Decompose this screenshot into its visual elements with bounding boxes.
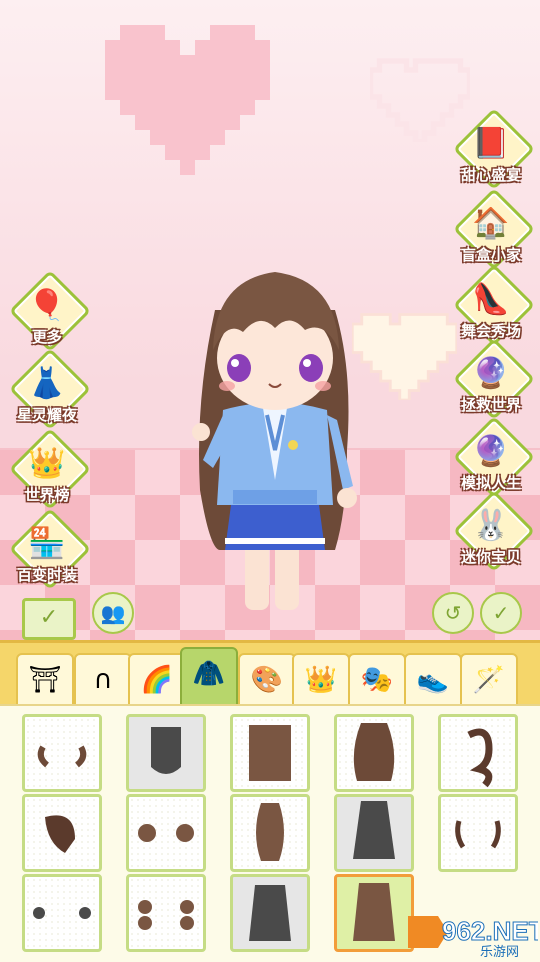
tab-hair-color[interactable]: 🎨 (238, 653, 296, 709)
bangs-icon: ∩ (93, 665, 113, 695)
side-menu-fashion[interactable]: 🏪 百变时装 (8, 507, 94, 596)
check-icon: ✓ (39, 605, 59, 630)
people-icon: 👥 (100, 601, 126, 625)
confirm-button[interactable]: ✓ (480, 592, 522, 634)
friends-button[interactable]: 👥 (92, 592, 134, 634)
hair-item[interactable] (334, 794, 414, 872)
hair-item[interactable] (22, 874, 102, 952)
bunny-cake-icon: 🐰 (472, 508, 510, 543)
back-hair-icon: 🧥 (192, 659, 226, 689)
site-watermark: 962.NET 乐游网 (402, 908, 540, 960)
color-hair-icon: 🎨 (250, 665, 284, 695)
mask-icon: 🎭 (360, 665, 394, 695)
toggle-check-button[interactable]: ✓ (22, 598, 76, 640)
tab-crown[interactable]: 👑 (292, 653, 350, 709)
rainbow-hair-icon: 🌈 (140, 665, 174, 695)
side-menu-label: 更多 (31, 328, 62, 346)
dress-up-stage: 📕 甜心盛宴 🏠 盲盒小家 👠 舞会秀场 🔮 拯救世界 🔮 模拟人生 🐰 迷你宝… (0, 0, 540, 640)
watermark-subtext: 乐游网 (480, 945, 519, 958)
tab-eyebrow[interactable]: ⛩ (16, 653, 74, 709)
side-menu-label: 盲盒小家 (460, 246, 521, 264)
hair-item[interactable] (126, 874, 206, 952)
undo-button[interactable]: ↺ (432, 592, 474, 634)
hair-item[interactable] (22, 714, 102, 792)
undo-icon: ↺ (444, 601, 462, 625)
tab-wand[interactable]: 🪄 (460, 653, 518, 709)
tab-back-hair[interactable]: 🧥 (180, 647, 238, 711)
gift-book-icon: 📕 (472, 126, 510, 161)
magic-circle-icon: 🔮 (472, 356, 510, 391)
hair-item[interactable] (230, 714, 310, 792)
hair-item[interactable] (334, 714, 414, 792)
side-menu-label: 星灵耀夜 (16, 406, 77, 424)
shoe-icon: 👟 (416, 665, 450, 695)
side-menu-mini-baby[interactable]: 🐰 迷你宝贝 (452, 489, 538, 578)
star-dress-icon: 👗 (28, 366, 66, 401)
blind-box-house-icon: 🏠 (472, 206, 510, 241)
side-menu-label: 迷你宝贝 (460, 548, 521, 566)
high-heel-icon: 👠 (472, 282, 510, 317)
side-menu-sweet-feast[interactable]: 📕 甜心盛宴 (452, 107, 538, 196)
tab-bangs[interactable]: ∩ (74, 653, 132, 709)
side-menu-world-rank[interactable]: 👑 世界榜 (8, 427, 94, 516)
pixel-heart-decoration (105, 25, 270, 175)
side-menu-label: 世界榜 (24, 486, 70, 504)
side-menu-label: 百变时装 (16, 566, 77, 584)
watermark-text: 962.NET (442, 916, 538, 946)
tab-shoes[interactable]: 👟 (404, 653, 462, 709)
category-tab-bar: ⛩ ∩ 🌈 🧥 🎨 👑 🎭 👟 🪄 (0, 640, 540, 711)
side-menu-save-world[interactable]: 🔮 拯救世界 (452, 337, 538, 426)
hair-item[interactable] (230, 794, 310, 872)
chibi-character[interactable] (175, 250, 375, 630)
side-menu-blind-box-home[interactable]: 🏠 盲盒小家 (452, 187, 538, 276)
side-menu-label: 舞会秀场 (460, 322, 521, 340)
crown-icon: 👑 (28, 446, 66, 481)
hair-item[interactable] (438, 794, 518, 872)
face-icon: ⛩ (28, 665, 62, 695)
wand-icon: 🪄 (472, 665, 506, 695)
side-menu-label: 拯救世界 (460, 396, 521, 414)
crown-icon: 👑 (304, 665, 338, 695)
tab-rainbow-hair[interactable]: 🌈 (128, 653, 186, 709)
hair-item[interactable] (22, 794, 102, 872)
hair-item[interactable] (126, 714, 206, 792)
check-icon: ✓ (492, 601, 510, 625)
side-menu-more[interactable]: 🎈 更多 (8, 269, 94, 358)
hair-item[interactable] (438, 714, 518, 792)
shop-icon: 🏪 (28, 526, 66, 561)
side-menu-label: 甜心盛宴 (460, 166, 521, 184)
side-menu-label: 模拟人生 (460, 474, 521, 492)
hair-item[interactable] (126, 794, 206, 872)
crystal-ball-icon: 🔮 (472, 434, 510, 469)
side-menu-star-night[interactable]: 👗 星灵耀夜 (8, 347, 94, 436)
hair-item[interactable] (230, 874, 310, 952)
tab-mask[interactable]: 🎭 (348, 653, 406, 709)
balloons-icon: 🎈 (28, 288, 66, 323)
